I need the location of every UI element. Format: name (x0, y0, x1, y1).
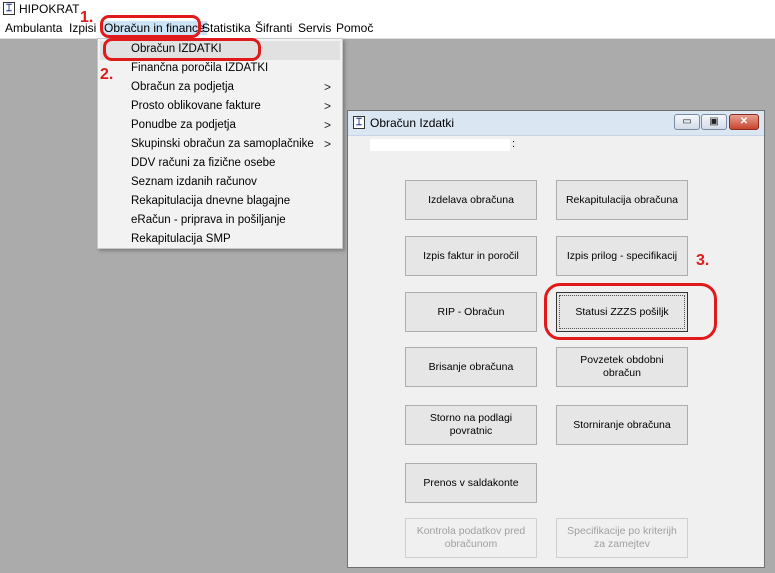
close-icon[interactable]: ✕ (729, 114, 759, 130)
menu-ambulanta[interactable]: Ambulanta (5, 21, 62, 35)
menu-item-label: Seznam izdanih računov (131, 176, 257, 188)
dialog-titlebar[interactable]: ⌶ Obračun Izdatki ▭ ▣ ✕ (348, 111, 764, 136)
submenu-arrow-icon: > (324, 99, 332, 113)
rip-obracun-button[interactable]: RIP - Obračun (405, 292, 537, 332)
izpis-prilog-button[interactable]: Izpis prilog - specifikacij (556, 236, 688, 276)
menu-item-financna-porocila[interactable]: Finančna poročila IZDATKI (100, 60, 340, 79)
hipokrat-app-icon: ⌶ (353, 116, 365, 129)
dialog-header-colon: : (512, 138, 516, 150)
submenu-arrow-icon: > (324, 137, 332, 151)
menu-item-label: Skupinski obračun za samoplačnike (131, 138, 314, 150)
menu-item-obracun-za-podjetja[interactable]: Obračun za podjetja > (100, 79, 340, 98)
annotation-step-3: 3. (696, 252, 710, 269)
menu-item-seznam-izdanih-racunov[interactable]: Seznam izdanih računov (100, 174, 340, 193)
obracun-dropdown-menu: Obračun IZDATKI Finančna poročila IZDATK… (97, 38, 343, 249)
annotation-highlight-button (544, 283, 717, 340)
menu-item-skupinski-obracun[interactable]: Skupinski obračun za samoplačnike > (100, 136, 340, 155)
menu-item-rekapitulacija-blagajne[interactable]: Rekapitulacija dnevne blagajne (100, 193, 340, 212)
app-title: HIPOKRAT (19, 2, 80, 16)
annotation-step-2: 2. (100, 66, 114, 83)
hipokrat-app-icon: ⌶ (3, 2, 15, 15)
menu-item-label: Ponudbe za podjetja (131, 119, 236, 131)
menu-item-rekapitulacija-smp[interactable]: Rekapitulacija SMP (100, 231, 340, 250)
menu-servis[interactable]: Servis (298, 21, 331, 35)
izpis-faktur-button[interactable]: Izpis faktur in poročil (405, 236, 537, 276)
storno-povratnic-button[interactable]: Storno na podlagi povratnic (405, 405, 537, 445)
rekapitulacija-obracuna-button[interactable]: Rekapitulacija obračuna (556, 180, 688, 220)
menu-statistika[interactable]: Statistika (202, 21, 251, 35)
dialog-title: Obračun Izdatki (370, 116, 455, 130)
menu-item-label: Prosto oblikovane fakture (131, 100, 261, 112)
izdelava-obracuna-button[interactable]: Izdelava obračuna (405, 180, 537, 220)
brisanje-obracuna-button[interactable]: Brisanje obračuna (405, 347, 537, 387)
menu-item-ddv-racuni[interactable]: DDV računi za fizične osebe (100, 155, 340, 174)
menu-item-label: DDV računi za fizične osebe (131, 157, 276, 169)
menu-item-label: Finančna poročila IZDATKI (131, 62, 269, 74)
menu-item-ponudbe-za-podjetja[interactable]: Ponudbe za podjetja > (100, 117, 340, 136)
menu-item-label: eRačun - priprava in pošiljanje (131, 214, 286, 226)
annotation-highlight-menu-item (103, 38, 261, 61)
menu-item-eracun[interactable]: eRačun - priprava in pošiljanje (100, 212, 340, 231)
menu-item-prosto-oblikovane-fakture[interactable]: Prosto oblikovane fakture > (100, 98, 340, 117)
annotation-highlight-menu (100, 15, 201, 38)
menu-sifranti[interactable]: Šifranti (255, 21, 292, 35)
menu-item-label: Obračun za podjetja (131, 81, 234, 93)
maximize-icon[interactable]: ▣ (701, 114, 727, 130)
specifikacije-po-kriterijih-button[interactable]: Specifikacije po kriterijh za zamejtev (556, 518, 688, 558)
povzetek-obdobni-obracun-button[interactable]: Povzetek obdobni obračun (556, 347, 688, 387)
menu-item-label: Rekapitulacija SMP (131, 233, 231, 245)
dialog-header-field (370, 139, 510, 151)
storniranje-obracuna-button[interactable]: Storniranje obračuna (556, 405, 688, 445)
menu-item-label: Rekapitulacija dnevne blagajne (131, 195, 291, 207)
annotation-step-1: 1. (80, 9, 94, 26)
submenu-arrow-icon: > (324, 118, 332, 132)
submenu-arrow-icon: > (324, 80, 332, 94)
kontrola-podatkov-button[interactable]: Kontrola podatkov pred obračunom (405, 518, 537, 558)
minimize-icon[interactable]: ▭ (674, 114, 700, 130)
prenos-v-saldakonte-button[interactable]: Prenos v saldakonte (405, 463, 537, 503)
menu-pomoc[interactable]: Pomoč (336, 21, 373, 35)
